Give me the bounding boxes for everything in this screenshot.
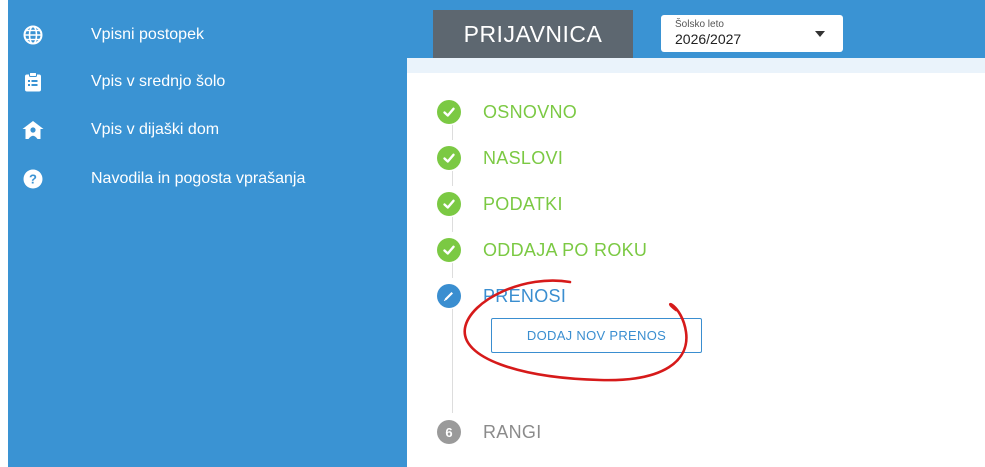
timeline-connector [452, 125, 453, 140]
add-transfer-button[interactable]: DODAJ NOV PRENOS [491, 318, 702, 353]
sidebar-item-help[interactable]: ? Navodila in pogosta vprašanja [8, 159, 407, 199]
home-user-icon [22, 119, 44, 141]
application-steps: OSNOVNO NASLOVI PODATKI ODDAJA PO ROKU P… [407, 73, 985, 467]
step-prenosi[interactable]: PRENOSI [437, 283, 566, 309]
step-label: PODATKI [483, 193, 563, 214]
step-number-badge: 6 [437, 420, 461, 444]
check-circle-icon [437, 146, 461, 170]
step-podatki[interactable]: PODATKI [437, 191, 563, 217]
timeline-connector [452, 171, 453, 186]
sidebar-item-label: Navodila in pogosta vprašanja [91, 170, 306, 187]
globe-icon [22, 24, 44, 46]
timeline-connector [452, 309, 453, 413]
step-osnovno[interactable]: OSNOVNO [437, 99, 577, 125]
check-circle-icon [437, 192, 461, 216]
school-year-select[interactable]: Šolsko leto 2026/2027 [661, 15, 843, 52]
school-year-value: 2026/2027 [675, 31, 742, 47]
top-header: PRIJAVNICA Šolsko leto 2026/2027 [407, 0, 985, 58]
step-label: NASLOVI [483, 147, 564, 168]
check-circle-icon [437, 100, 461, 124]
window-edge [0, 0, 8, 467]
step-label: PRENOSI [483, 285, 567, 306]
timeline-connector [452, 263, 453, 278]
check-circle-icon [437, 238, 461, 262]
sidebar: Vpisni postopek Vpis v srednjo šolo Vpis… [8, 0, 407, 467]
step-naslovi[interactable]: NASLOVI [437, 145, 563, 171]
step-label: ODDAJA PO ROKU [483, 239, 648, 260]
sidebar-item-label: Vpisni postopek [91, 26, 204, 43]
chevron-down-icon [815, 31, 825, 37]
sidebar-item-label: Vpis v srednjo šolo [91, 73, 226, 90]
sidebar-item-enrollment-procedure[interactable]: Vpisni postopek [8, 15, 407, 55]
content-top-band [407, 58, 985, 73]
svg-text:?: ? [29, 172, 37, 187]
sidebar-item-label: Vpis v dijaški dom [91, 121, 220, 138]
school-year-caption: Šolsko leto [675, 19, 724, 30]
sidebar-item-high-school[interactable]: Vpis v srednjo šolo [8, 62, 407, 102]
step-label: RANGI [483, 421, 542, 442]
pencil-icon [437, 284, 461, 308]
step-rangi[interactable]: 6 RANGI [437, 419, 542, 445]
help-icon: ? [22, 168, 44, 190]
clipboard-icon [22, 71, 44, 93]
step-oddaja-po-roku[interactable]: ODDAJA PO ROKU [437, 237, 647, 263]
sidebar-item-dormitory[interactable]: Vpis v dijaški dom [8, 110, 407, 150]
page-title: PRIJAVNICA [433, 10, 633, 58]
timeline-connector [452, 217, 453, 232]
step-label: OSNOVNO [483, 101, 578, 122]
